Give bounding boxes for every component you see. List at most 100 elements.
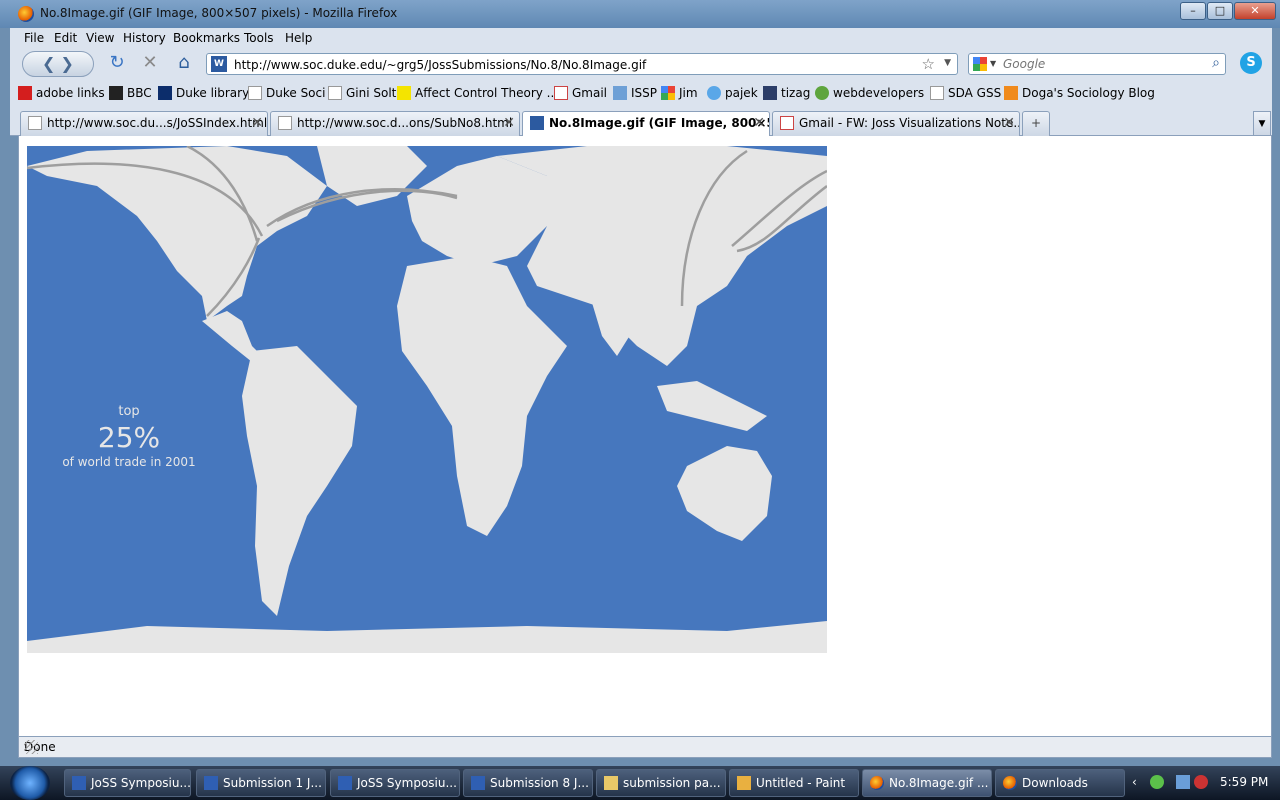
clock[interactable]: 5:59 PM [1220,775,1268,789]
search-engine-dropdown-icon[interactable]: ▼ [990,59,996,68]
menu-view[interactable]: View [86,31,114,45]
tab-close-icon[interactable]: ✕ [753,112,765,134]
act-icon [397,86,411,100]
url-dropdown-icon[interactable]: ▼ [944,58,951,68]
bookmark-webdevelopers[interactable]: webdevelopers [815,86,924,102]
url-text[interactable]: http://www.soc.duke.edu/~grg5/JossSubmis… [234,58,646,72]
paint-icon [737,776,751,790]
reload-icon[interactable]: ↻ [108,54,126,72]
search-input[interactable] [1003,56,1203,72]
bookmark-duke-soci[interactable]: Duke Soci [248,86,325,102]
tab-close-icon[interactable]: ✕ [251,112,263,134]
menu-edit[interactable]: Edit [54,31,77,45]
new-tab-button[interactable]: + [1022,111,1050,136]
tab-strip: http://www.soc.du...s/JoSSIndex.html ✕ h… [10,108,1272,137]
taskbar-item-joss-symposium-1[interactable]: JoSS Symposiu... [64,769,191,797]
navigation-toolbar: ❮ ❯ ↻ ✕ ⌂ W http://www.soc.duke.edu/~grg… [10,48,1272,80]
menu-help[interactable]: Help [285,31,312,45]
stop-icon[interactable]: ✕ [141,54,159,72]
start-button[interactable] [10,766,50,800]
window-title: No.8Image.gif (GIF Image, 800×507 pixels… [40,6,398,20]
google-icon [661,86,675,100]
minimize-button[interactable]: – [1180,2,1206,20]
taskbar-item-submission-pa[interactable]: submission pa... [596,769,726,797]
page-icon [930,86,944,100]
word-icon [471,776,485,790]
bookmark-gini-solt[interactable]: Gini Solt [328,86,396,102]
search-box[interactable]: ▼ ⌕ [968,53,1226,75]
word-icon [204,776,218,790]
map-caption-bottom: of world trade in 2001 [62,455,195,469]
search-icon[interactable]: ⌕ [1212,55,1220,71]
bookmark-gmail[interactable]: Gmail [554,86,607,102]
close-window-button[interactable]: ✕ [1234,2,1276,20]
system-tray: ‹ 5:59 PM [1128,766,1280,800]
tab-no8image[interactable]: No.8Image.gif (GIF Image, 800×5... ✕ [522,111,770,137]
pajek-icon [707,86,721,100]
bookmark-duke-library[interactable]: Duke library [158,86,249,102]
site-favicon-icon: W [211,56,227,72]
gmail-icon [780,116,794,130]
bookmark-sda-gss[interactable]: SDA GSS [930,86,1001,102]
map-caption-percent: 25% [98,421,160,454]
menu-tools[interactable]: Tools [244,31,274,45]
site-favicon-icon [530,116,544,130]
bookmark-issp[interactable]: ISSP [613,86,657,102]
menu-history[interactable]: History [123,31,166,45]
tab-list-dropdown-icon[interactable]: ▼ [1253,111,1271,136]
home-icon[interactable]: ⌂ [174,53,194,73]
bookmark-star-icon[interactable]: ☆ [922,55,935,73]
bookmark-tizag[interactable]: tizag [763,86,810,102]
page-content: top 25% of world trade in 2001 [18,136,1272,736]
maximize-button[interactable]: □ [1207,2,1233,20]
page-icon [278,116,292,130]
taskbar-item-joss-symposium-2[interactable]: JoSS Symposiu... [330,769,460,797]
taskbar-item-submission-1[interactable]: Submission 1 J... [196,769,326,797]
browser-chrome: File Edit View History Bookmarks Tools H… [10,28,1272,137]
document-icon [604,776,618,790]
taskbar-item-submission-8[interactable]: Submission 8 J... [463,769,593,797]
google-engine-icon[interactable] [973,57,987,71]
tab-joss-index[interactable]: http://www.soc.du...s/JoSSIndex.html ✕ [20,111,268,136]
gmail-icon [554,86,568,100]
bookmark-adobe-links[interactable]: adobe links [18,86,105,102]
bookmark-affect-control[interactable]: Affect Control Theory ... [397,86,558,102]
menu-bar: File Edit View History Bookmarks Tools H… [10,28,1272,48]
adobe-icon [18,86,32,100]
issp-icon [613,86,627,100]
page-icon [248,86,262,100]
bookmark-doga-blog[interactable]: Doga's Sociology Blog [1004,86,1155,102]
tab-subno8[interactable]: http://www.soc.d...ons/SubNo8.html ✕ [270,111,520,136]
bookmark-bbc[interactable]: BBC [109,86,152,102]
firefox-icon [1003,776,1017,790]
tab-close-icon[interactable]: ✕ [503,112,515,134]
back-forward-button[interactable]: ❮ ❯ [22,51,94,77]
security-status-icon[interactable] [1150,775,1164,789]
taskbar-item-firefox-image[interactable]: No.8Image.gif ... [862,769,992,797]
taskbar-item-paint[interactable]: Untitled - Paint [729,769,859,797]
word-icon [72,776,86,790]
skype-icon[interactable]: S [1240,52,1262,74]
bookmarks-toolbar: adobe links BBC Duke library Duke Soci G… [10,83,1272,105]
bookmark-pajek[interactable]: pajek [707,86,758,102]
network-icon[interactable] [1176,775,1190,789]
world-trade-map-image: top 25% of world trade in 2001 [27,146,827,653]
map-caption-top: top [118,404,139,419]
tray-expand-icon[interactable]: ‹ [1132,775,1137,789]
firefox-icon [870,776,884,790]
blog-icon [1004,86,1018,100]
page-icon [28,116,42,130]
bookmark-jim[interactable]: Jim [661,86,698,102]
taskbar-item-downloads[interactable]: Downloads [995,769,1125,797]
page-icon [328,86,342,100]
duke-icon [158,86,172,100]
tab-close-icon[interactable]: ✕ [1003,112,1015,134]
volume-muted-icon[interactable] [1194,775,1208,789]
menu-file[interactable]: File [24,31,44,45]
tab-gmail[interactable]: Gmail - FW: Joss Visualizations Note... … [772,111,1020,136]
resize-grip-icon[interactable] [24,740,38,754]
windows-taskbar: JoSS Symposiu... Submission 1 J... JoSS … [0,766,1280,800]
menu-bookmarks[interactable]: Bookmarks [173,31,240,45]
url-bar[interactable]: W http://www.soc.duke.edu/~grg5/JossSubm… [206,53,958,75]
word-icon [338,776,352,790]
